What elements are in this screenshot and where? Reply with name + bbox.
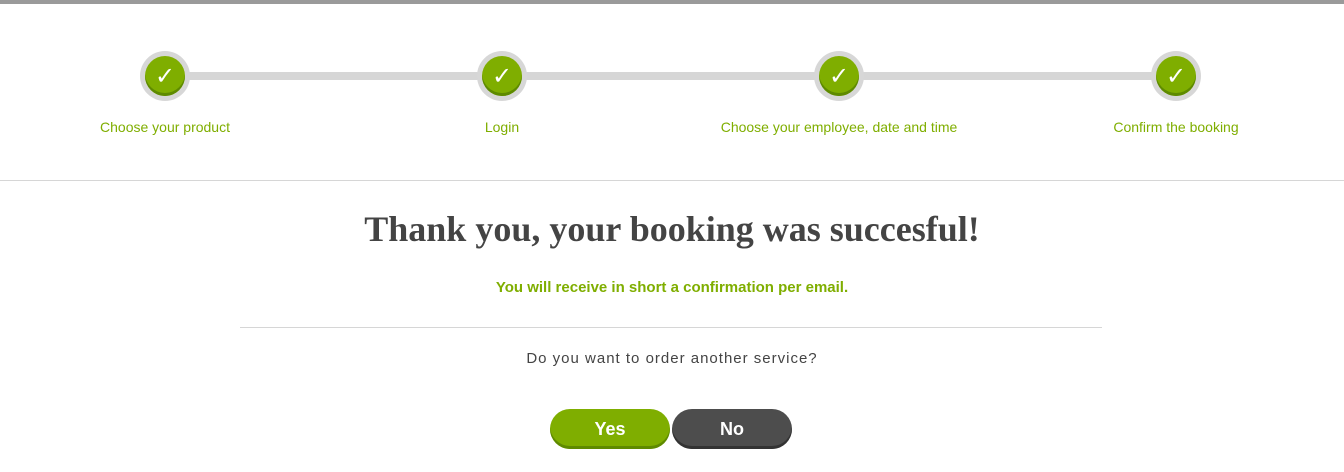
step-label: Confirm the booking [1113,119,1239,135]
step-circle: ✓ [477,51,527,101]
step-circle: ✓ [1151,51,1201,101]
step-label: Login [484,119,520,135]
step-connector-1 [165,72,502,80]
step-connector-3 [839,72,1176,80]
check-icon: ✓ [482,56,522,96]
content-divider [240,327,1102,328]
step-connector-2 [502,72,839,80]
booking-progress-stepper: ✓ Choose your product ✓ Login ✓ Choose y… [0,4,1344,180]
confirmation-subtext: You will receive in short a confirmation… [495,279,849,296]
no-button[interactable]: No [672,409,792,449]
confirmation-heading: Thank you, your booking was succesful! [364,209,980,249]
step-circle: ✓ [140,51,190,101]
yes-button[interactable]: Yes [550,409,670,449]
check-icon: ✓ [145,56,185,96]
step-label: Choose your employee, date and time [720,119,958,135]
check-icon: ✓ [819,56,859,96]
section-divider [0,180,1344,181]
check-icon: ✓ [1156,56,1196,96]
order-another-question: Do you want to order another service? [526,350,818,367]
step-circle: ✓ [814,51,864,101]
step-label: Choose your product [100,119,230,135]
